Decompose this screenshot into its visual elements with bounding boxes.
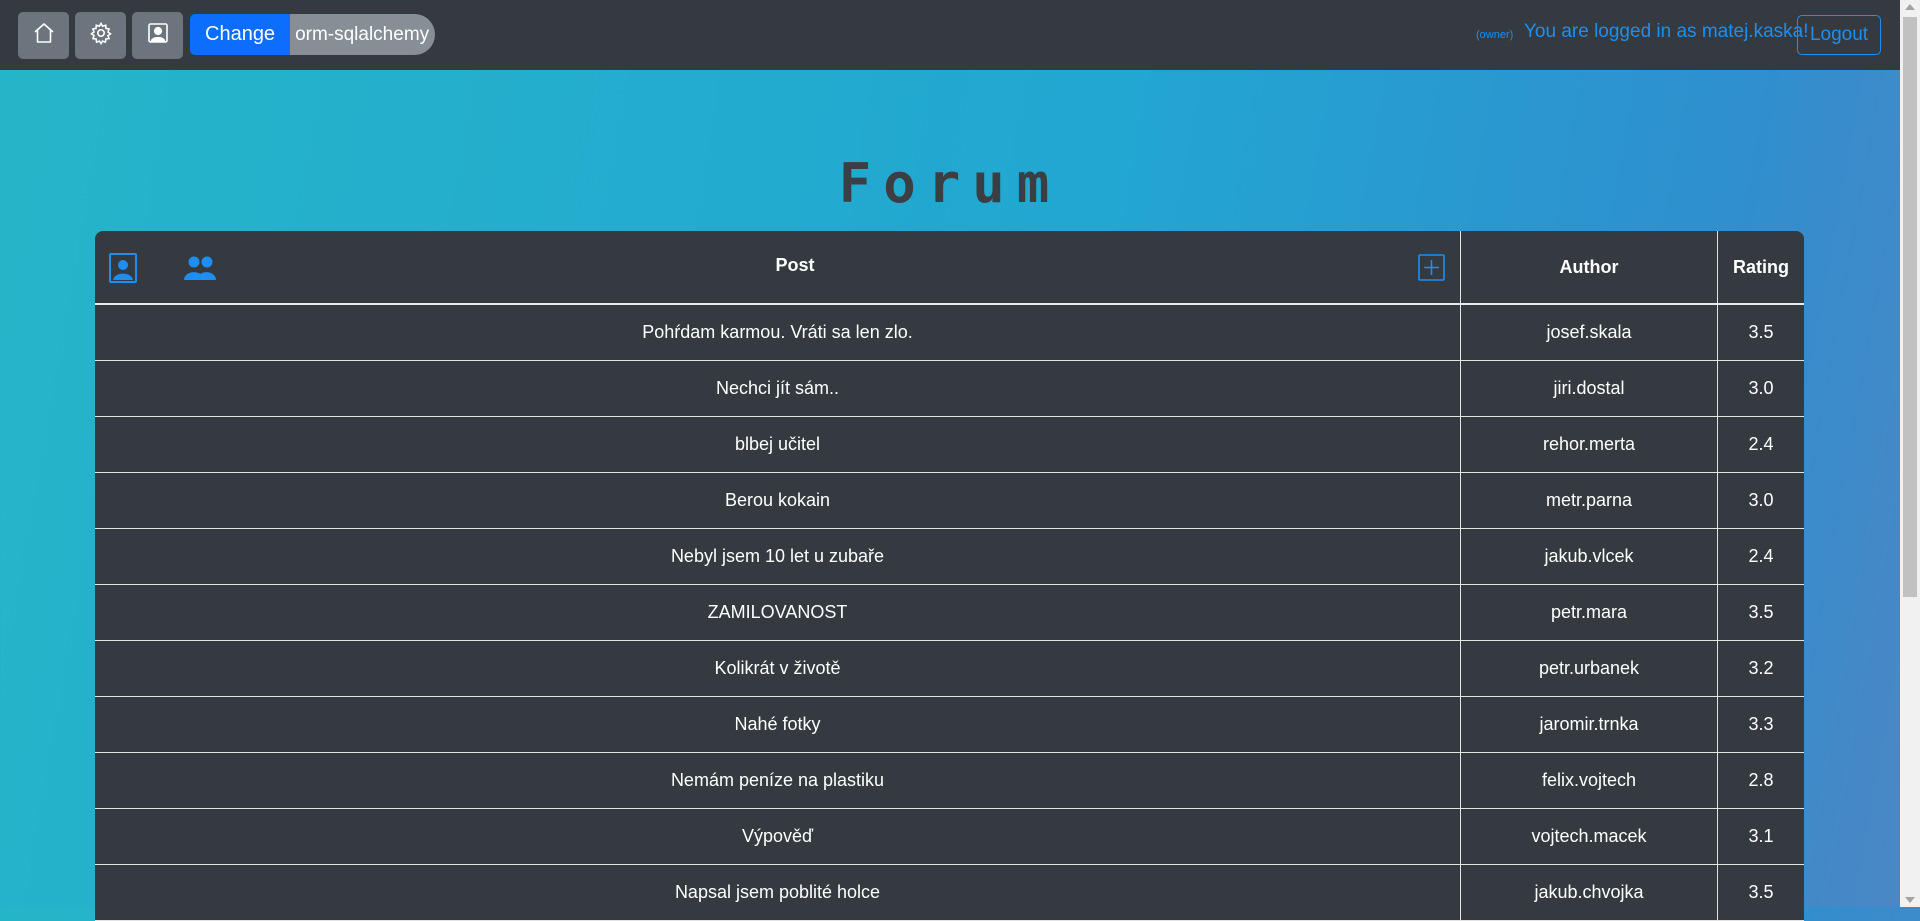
table-row[interactable]: Výpověď vojtech.macek 3.1 [95,809,1804,865]
rating-cell: 3.0 [1748,378,1774,398]
plus-square-icon[interactable] [1418,254,1445,281]
settings-button[interactable] [75,12,126,59]
rating-cell: 3.3 [1748,714,1774,734]
post-title-cell[interactable]: Nahé fotky [95,697,1461,752]
post-title-cell[interactable]: Nechci jít sám.. [95,361,1461,416]
rating-cell: 2.8 [1748,770,1774,790]
author-cell: metr.parna [1461,473,1718,528]
author-column-header: Author [1461,231,1718,303]
gear-icon [89,21,113,50]
table-row[interactable]: blbej učitel rehor.merta 2.4 [95,417,1804,473]
change-database-button[interactable]: Change [190,14,291,55]
post-title-cell[interactable]: Pohŕdam karmou. Vráti sa len zlo. [95,305,1461,360]
table-row[interactable]: Nemám peníze na plastiku felix.vojtech 2… [95,753,1804,809]
author-cell: josef.skala [1461,305,1718,360]
post-title-cell[interactable]: Kolikrát v životě [95,641,1461,696]
logged-in-status: You are logged in as matej.kaska! [1524,21,1809,42]
table-body: Pohŕdam karmou. Vráti sa len zlo. josef.… [95,305,1804,921]
table-row[interactable]: Kolikrát v životě petr.urbanek 3.2 [95,641,1804,697]
author-cell: jakub.vlcek [1461,529,1718,584]
author-cell: petr.urbanek [1461,641,1718,696]
post-title-cell[interactable]: Berou kokain [95,473,1461,528]
author-cell: felix.vojtech [1461,753,1718,808]
vertical-scrollbar[interactable] [1900,0,1920,907]
author-cell: rehor.merta [1461,417,1718,472]
scroll-down-arrow-icon[interactable] [1905,897,1915,903]
table-row[interactable]: Pohŕdam karmou. Vráti sa len zlo. josef.… [95,305,1804,361]
rating-cell: 3.5 [1748,882,1774,902]
scroll-up-arrow-icon[interactable] [1905,4,1915,10]
table-row[interactable]: Nebyl jsem 10 let u zubaře jakub.vlcek 2… [95,529,1804,585]
rating-column-header: Rating [1733,256,1789,277]
author-cell: jakub.chvojka [1461,865,1718,920]
post-title-cell[interactable]: blbej učitel [95,417,1461,472]
role-badge: (owner) [1476,29,1514,41]
current-database-name: orm-sqlalchemy [290,14,436,55]
table-row[interactable]: Nahé fotky jaromir.trnka 3.3 [95,697,1804,753]
author-cell: jaromir.trnka [1461,697,1718,752]
table-row[interactable]: Berou kokain metr.parna 3.0 [95,473,1804,529]
scrollbar-thumb[interactable] [1903,17,1917,597]
post-column-header: Post [95,231,1461,303]
rating-cell: 2.4 [1748,546,1774,566]
top-navbar: Change orm-sqlalchemy (owner) You are lo… [0,0,1900,70]
page-title: Forum [838,152,1062,215]
post-title-cell[interactable]: Napsal jsem poblité holce [95,865,1461,920]
user-icon [146,21,170,50]
logout-button[interactable]: Logout [1797,15,1881,55]
rating-cell: 3.5 [1748,602,1774,622]
database-switcher: Change orm-sqlalchemy [190,14,436,55]
table-row[interactable]: Napsal jsem poblité holce jakub.chvojka … [95,865,1804,921]
home-button[interactable] [18,12,69,59]
profile-button[interactable] [132,12,183,59]
author-cell: jiri.dostal [1461,361,1718,416]
author-cell: vojtech.macek [1461,809,1718,864]
post-title-cell[interactable]: Nebyl jsem 10 let u zubaře [95,529,1461,584]
rating-cell: 3.0 [1748,490,1774,510]
rating-cell: 2.4 [1748,434,1774,454]
rating-cell: 3.5 [1748,322,1774,342]
forum-posts-table: Post Author Rating Pohŕdam karmou. Vráti… [95,231,1804,921]
author-cell: petr.mara [1461,585,1718,640]
post-title-cell[interactable]: ZAMILOVANOST [95,585,1461,640]
rating-cell: 3.1 [1748,826,1774,846]
table-header: Post Author Rating [95,231,1804,305]
table-row[interactable]: Nechci jít sám.. jiri.dostal 3.0 [95,361,1804,417]
post-header-label: Post [775,255,815,275]
post-title-cell[interactable]: Nemám peníze na plastiku [95,753,1461,808]
post-title-cell[interactable]: Výpověď [95,809,1461,864]
rating-cell: 3.2 [1748,658,1774,678]
home-icon [32,21,56,50]
table-row[interactable]: ZAMILOVANOST petr.mara 3.5 [95,585,1804,641]
